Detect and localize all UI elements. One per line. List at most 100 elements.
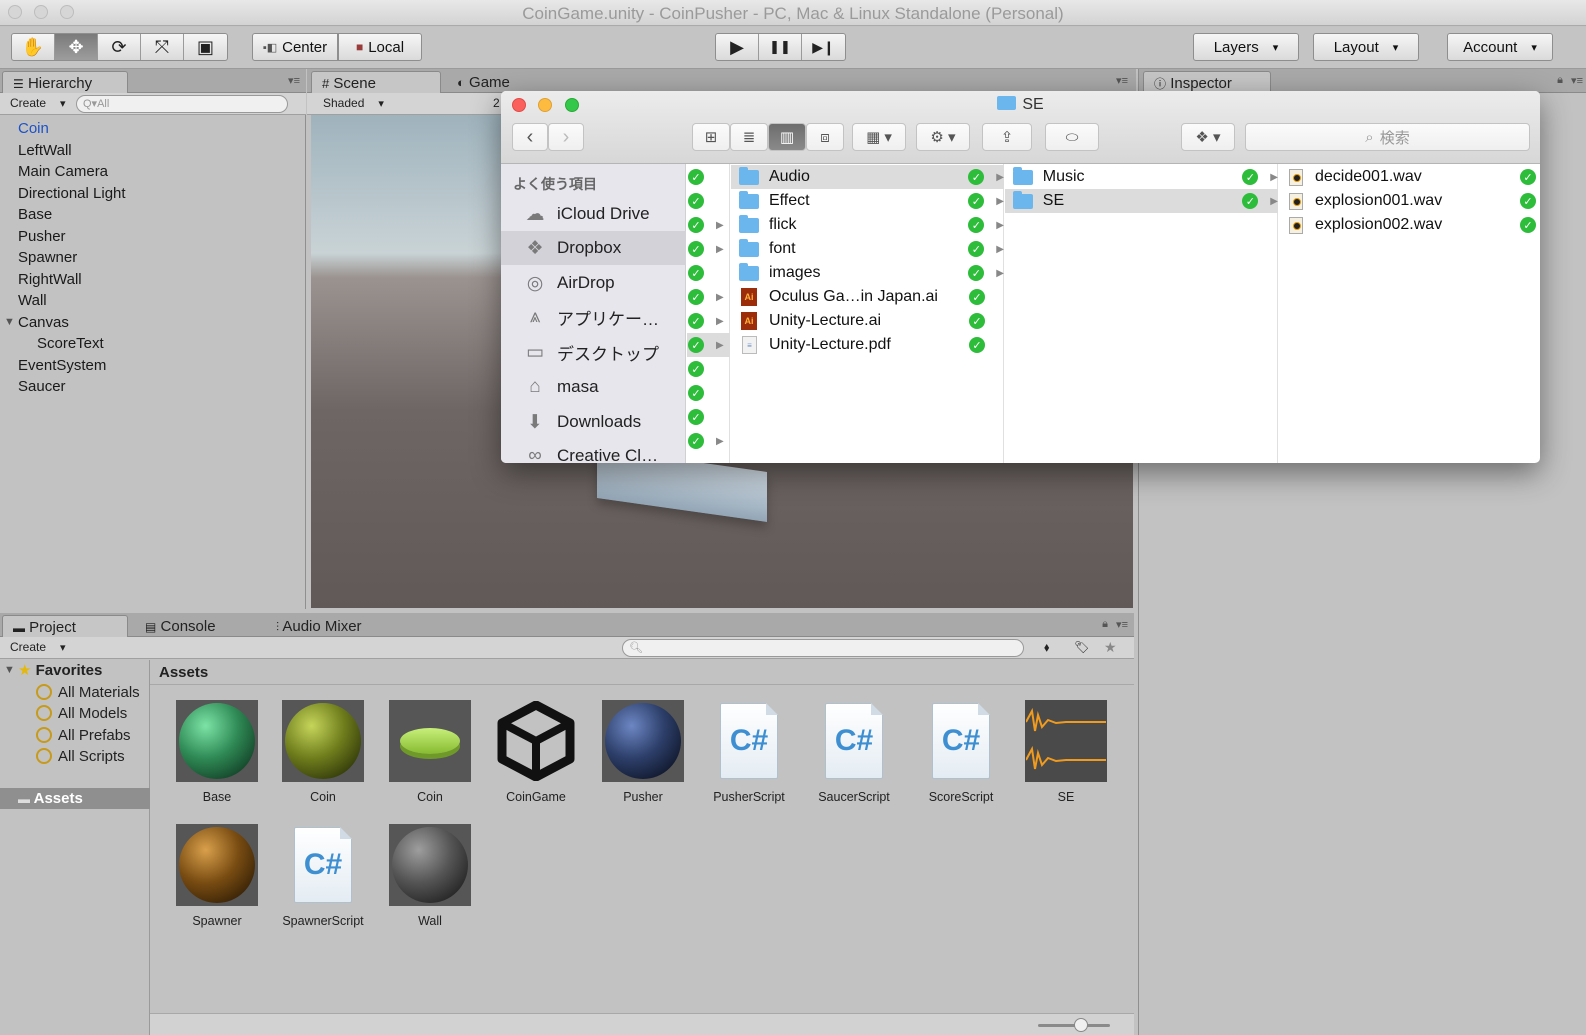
list-item-flick[interactable]: flick ✓ ▶ — [731, 213, 1004, 237]
back-button[interactable]: ‹ — [512, 123, 548, 151]
hierarchy-item-wall[interactable]: Wall — [0, 290, 306, 312]
scene-panel-menu-icon[interactable]: ▾≡ — [1116, 74, 1128, 87]
tags-button[interactable]: ⬭ — [1045, 123, 1099, 151]
list-item[interactable]: ✓ — [687, 357, 730, 381]
asset-spawnerscript[interactable]: C# SpawnerScript — [268, 824, 378, 928]
hierarchy-item-pusher[interactable]: Pusher — [0, 226, 306, 248]
expand-triangle-icon[interactable]: ▼ — [4, 312, 15, 333]
list-item-unity-lecture-ai[interactable]: Ai Unity-Lecture.ai ✓ — [731, 309, 1004, 333]
asset-saucerscript[interactable]: C# SaucerScript — [799, 700, 909, 804]
asset-pusherscript[interactable]: C# PusherScript — [694, 700, 804, 804]
share-button[interactable]: ⇪ — [982, 123, 1032, 151]
list-item[interactable]: ✓ ▶ — [687, 333, 730, 357]
favorites-expand-icon[interactable]: ▼ — [4, 660, 15, 681]
list-item[interactable]: ✓ — [687, 165, 730, 189]
asset-spawner-material[interactable]: Spawner — [162, 824, 272, 928]
hand-icon[interactable]: ✋ — [12, 34, 55, 60]
list-item-decide001[interactable]: decide001.wav ✓ — [1279, 165, 1540, 189]
icon-view-button[interactable]: ⊞ — [692, 123, 730, 151]
list-item[interactable]: ✓ — [687, 189, 730, 213]
favorite-star-icon[interactable]: ★ — [1104, 639, 1117, 656]
sidebar-item-masa[interactable]: ⌂ masa — [501, 370, 686, 404]
sidebar-item-creative-cloud[interactable]: ∞ Creative Cl… — [501, 439, 686, 463]
list-item-explosion001[interactable]: explosion001.wav ✓ — [1279, 189, 1540, 213]
hierarchy-item-leftwall[interactable]: LeftWall — [0, 140, 306, 162]
pivot-center-button[interactable]: ▪◧ Center — [252, 33, 338, 61]
action-gear-button[interactable]: ⚙ ▾ — [916, 123, 970, 151]
tab-hierarchy[interactable]: ☰ Hierarchy — [2, 71, 128, 93]
project-menu-icon[interactable]: ▾≡ — [1116, 618, 1128, 631]
step-icon[interactable]: ▶❙ — [802, 34, 845, 60]
list-item[interactable]: ✓ ▶ — [687, 285, 730, 309]
tab-console[interactable]: ▤ Console — [135, 615, 226, 637]
hierarchy-item-eventsystem[interactable]: EventSystem — [0, 355, 306, 377]
sidebar-item-airdrop[interactable]: ◎ AirDrop — [501, 266, 686, 300]
favorite-all-prefabs[interactable]: All Prefabs — [0, 725, 149, 747]
tab-scene[interactable]: # Scene — [311, 71, 441, 93]
arrange-button[interactable]: ▦ ▾ — [852, 123, 906, 151]
filter-by-label-icon[interactable]: 🏷︎ — [1074, 640, 1089, 654]
zoom-slider-thumb[interactable] — [1074, 1018, 1088, 1032]
list-item[interactable]: ✓ ▶ — [687, 429, 730, 453]
project-lock-icon[interactable]: 🔒︎ — [1102, 618, 1108, 631]
hierarchy-item-scoretext[interactable]: ScoreText — [0, 333, 306, 355]
sidebar-item-downloads[interactable]: ⬇ Downloads — [501, 405, 686, 439]
finder-search-input[interactable]: ⌕ 検索 — [1245, 123, 1530, 151]
list-item-effect[interactable]: Effect ✓ ▶ — [731, 189, 1004, 213]
project-search-input[interactable]: 🔍︎ — [622, 639, 1024, 657]
inspector-menu-icon[interactable]: ▾≡ — [1571, 74, 1583, 87]
asset-pusher-material[interactable]: Pusher — [588, 700, 698, 804]
list-item[interactable]: ✓ — [687, 261, 730, 285]
lock-icon[interactable]: 🔒︎ — [1557, 74, 1563, 87]
asset-se-audio[interactable]: SE — [1011, 700, 1121, 804]
hierarchy-item-base[interactable]: Base — [0, 204, 306, 226]
hierarchy-item-canvas[interactable]: ▼ Canvas — [0, 312, 306, 334]
asset-base-material[interactable]: Base — [162, 700, 272, 804]
coverflow-view-button[interactable]: ⧈ — [806, 123, 844, 151]
layers-dropdown[interactable]: Layers — [1193, 33, 1299, 61]
list-item-unity-lecture-pdf[interactable]: ≡ Unity-Lecture.pdf ✓ — [731, 333, 1004, 357]
list-item[interactable]: ✓ ▶ — [687, 213, 730, 237]
filter-by-type-icon[interactable]: ⬧ — [1044, 640, 1049, 655]
panel-menu-icon[interactable]: ▾≡ — [288, 74, 300, 87]
rotate-icon[interactable]: ⟳ — [98, 34, 141, 60]
hierarchy-item-main-camera[interactable]: Main Camera — [0, 161, 306, 183]
hierarchy-item-saucer[interactable]: Saucer — [0, 376, 306, 398]
scale-icon[interactable]: ⤧ — [141, 34, 184, 60]
favorite-all-scripts[interactable]: All Scripts — [0, 746, 149, 768]
pivot-space-button[interactable]: ■ Local — [338, 33, 422, 61]
shading-mode-dropdown[interactable]: Shaded — [317, 95, 475, 112]
list-item[interactable]: ✓ ▶ — [687, 237, 730, 261]
list-item-se[interactable]: SE ✓ ▶ — [1005, 189, 1278, 213]
asset-coingame-scene[interactable]: CoinGame — [481, 700, 591, 804]
hierarchy-create-button[interactable]: Create — [4, 95, 72, 112]
list-item[interactable]: ✓ — [687, 381, 730, 405]
asset-scorescript[interactable]: C# ScoreScript — [906, 700, 1016, 804]
sidebar-item-desktop[interactable]: ▭ デスクトップ — [501, 335, 686, 369]
hierarchy-item-spawner[interactable]: Spawner — [0, 247, 306, 269]
list-item-audio[interactable]: Audio ✓ ▶ — [731, 165, 1004, 189]
favorite-all-materials[interactable]: All Materials — [0, 682, 149, 704]
rect-icon[interactable]: ▣ — [184, 34, 227, 60]
dropbox-menu-button[interactable]: ❖ ▾ — [1181, 123, 1235, 151]
list-item-music[interactable]: Music ✓ ▶ — [1005, 165, 1278, 189]
column-view-button[interactable]: ▥ — [768, 123, 806, 151]
hierarchy-item-rightwall[interactable]: RightWall — [0, 269, 306, 291]
list-item[interactable]: ✓ — [687, 405, 730, 429]
assets-folder-item[interactable]: ▬ Assets — [0, 788, 150, 809]
favorite-all-models[interactable]: All Models — [0, 703, 149, 725]
favorites-group[interactable]: ▼ ★ Favorites — [0, 660, 149, 682]
move-icon[interactable]: ✥ — [55, 34, 98, 60]
project-create-button[interactable]: Create — [4, 639, 72, 656]
asset-coin-prefab[interactable]: Coin — [375, 700, 485, 804]
account-dropdown[interactable]: Account — [1447, 33, 1553, 61]
asset-wall-material[interactable]: Wall — [375, 824, 485, 928]
list-item-oculus-ai[interactable]: Ai Oculus Ga…in Japan.ai ✓ — [731, 285, 1004, 309]
tab-inspector[interactable]: ⓘ Inspector — [1143, 71, 1271, 93]
layout-dropdown[interactable]: Layout — [1313, 33, 1419, 61]
list-item-images[interactable]: images ✓ ▶ — [731, 261, 1004, 285]
list-item[interactable]: ✓ ▶ — [687, 309, 730, 333]
list-item-font[interactable]: font ✓ ▶ — [731, 237, 1004, 261]
hierarchy-search-input[interactable]: Q▾All — [76, 95, 288, 113]
list-item-explosion002[interactable]: explosion002.wav ✓ — [1279, 213, 1540, 237]
